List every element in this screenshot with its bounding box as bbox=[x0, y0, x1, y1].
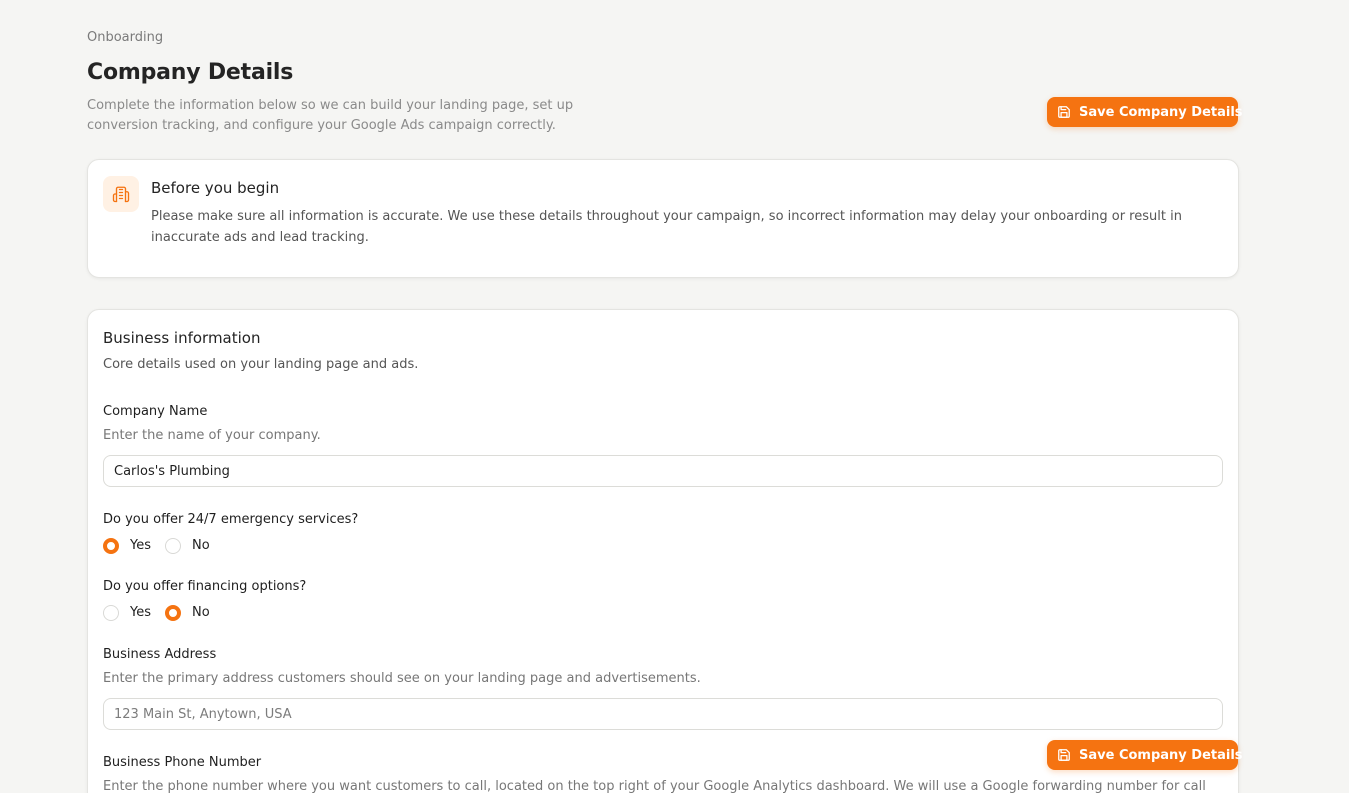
financing-yes-label: Yes bbox=[130, 605, 151, 620]
business-phone-label: Business Phone Number bbox=[103, 755, 262, 770]
save-button-label: Save Company Details bbox=[1079, 104, 1243, 120]
financing-no-label: No bbox=[192, 605, 210, 620]
save-company-details-button[interactable]: Save Company Details bbox=[1047, 97, 1243, 127]
financing-no-radio[interactable] bbox=[165, 605, 181, 621]
building-icon bbox=[103, 176, 139, 212]
emergency-services-label: Do you offer 24/7 emergency services? bbox=[103, 512, 359, 527]
emergency-yes-option[interactable]: Yes bbox=[103, 537, 151, 555]
section-title: Business information bbox=[103, 329, 261, 347]
financing-options-label: Do you offer financing options? bbox=[103, 579, 307, 594]
save-company-details-floating-button[interactable]: Save Company Details bbox=[1047, 740, 1243, 770]
save-button-label: Save Company Details bbox=[1079, 747, 1243, 763]
financing-options-radio-group: Yes No bbox=[103, 604, 224, 622]
financing-yes-option[interactable]: Yes bbox=[103, 604, 151, 622]
company-name-help: Enter the name of your company. bbox=[103, 428, 321, 443]
emergency-no-label: No bbox=[192, 538, 210, 553]
business-address-label: Business Address bbox=[103, 647, 217, 662]
emergency-no-option[interactable]: No bbox=[165, 537, 210, 555]
emergency-services-radio-group: Yes No bbox=[103, 537, 224, 555]
business-address-input[interactable] bbox=[103, 698, 1223, 730]
before-you-begin-card: Before you begin Please make sure all in… bbox=[87, 159, 1239, 278]
business-information-card: Business information Core details used o… bbox=[87, 309, 1239, 793]
financing-yes-radio[interactable] bbox=[103, 605, 119, 621]
emergency-no-radio[interactable] bbox=[165, 538, 181, 554]
emergency-yes-radio[interactable] bbox=[103, 538, 119, 554]
intro-text: Please make sure all information is accu… bbox=[151, 209, 1182, 245]
breadcrumb[interactable]: Onboarding bbox=[87, 30, 1238, 46]
company-name-input[interactable] bbox=[103, 455, 1223, 487]
company-details-page: Onboarding Company Details Complete the … bbox=[0, 0, 1349, 793]
intro-title: Before you begin bbox=[151, 179, 280, 197]
business-address-help: Enter the primary address customers shou… bbox=[103, 671, 701, 686]
emergency-yes-label: Yes bbox=[130, 538, 151, 553]
section-subtitle: Core details used on your landing page a… bbox=[103, 357, 419, 372]
page-title: Company Details bbox=[87, 60, 294, 85]
save-icon bbox=[1057, 748, 1071, 762]
business-phone-help: Enter the phone number where you want cu… bbox=[103, 779, 1206, 793]
financing-no-option[interactable]: No bbox=[165, 604, 210, 622]
page-subtitle: Complete the information below so we can… bbox=[87, 98, 574, 133]
save-icon bbox=[1057, 105, 1071, 119]
company-name-label: Company Name bbox=[103, 404, 208, 419]
